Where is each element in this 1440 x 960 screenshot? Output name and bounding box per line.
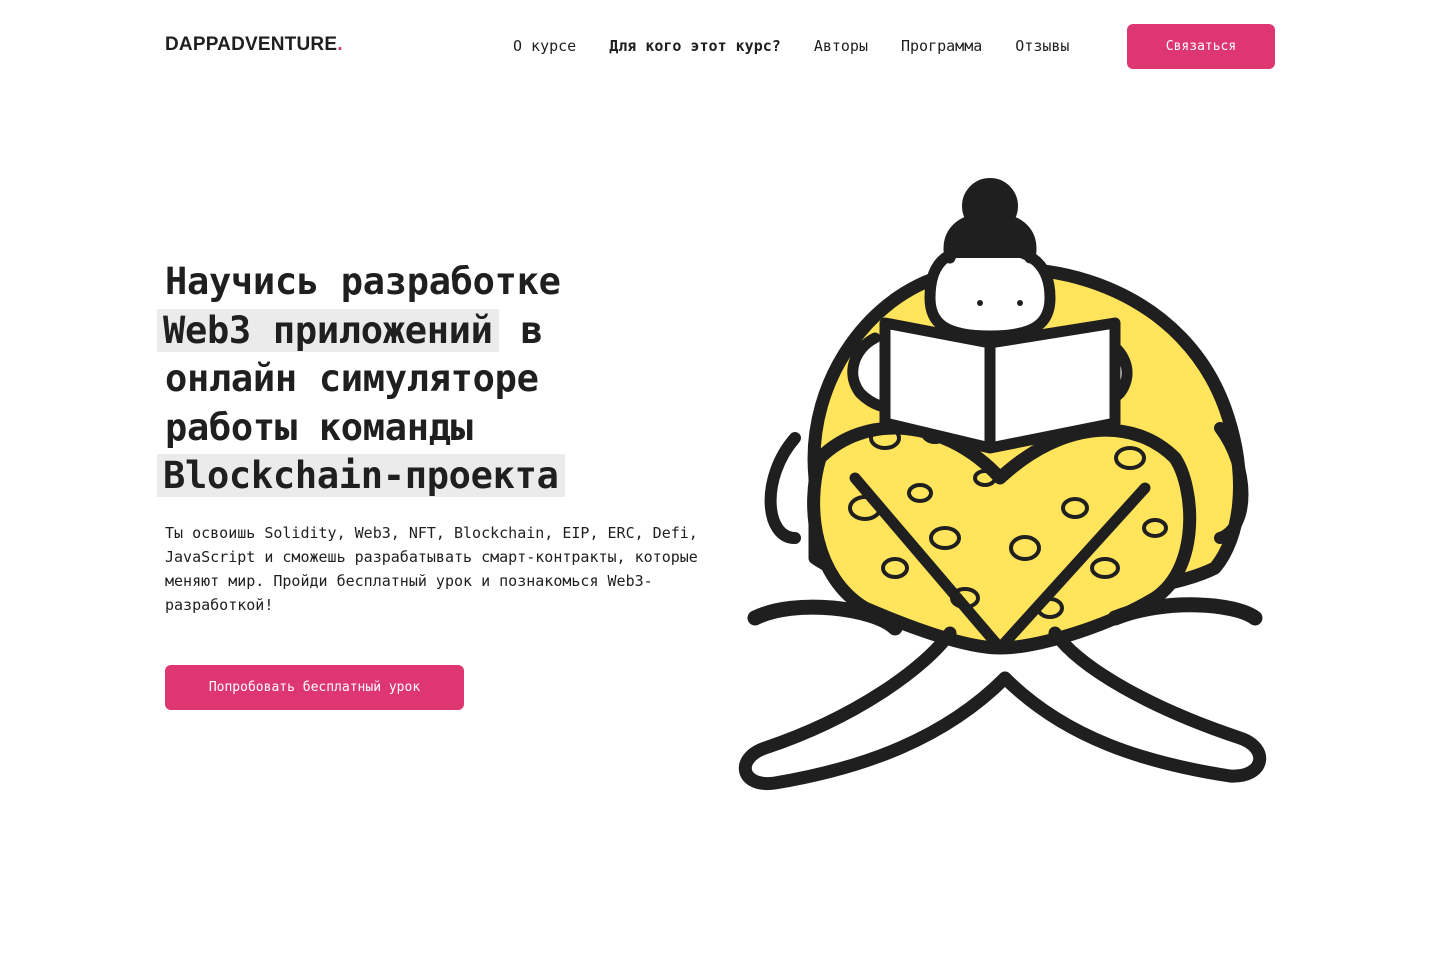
hero-title-highlight-web3: Web3 приложений [157, 308, 499, 352]
reading-person-illustration [738, 178, 1267, 790]
hero-title-line-2-rest: в [498, 308, 543, 352]
illustration-eye-left [977, 300, 983, 306]
illustration-book [879, 317, 1121, 454]
hero-title-line-4: работы команды [165, 405, 473, 449]
illustration-body [738, 178, 1267, 790]
hero-title-line-3: онлайн симуляторе [165, 357, 539, 400]
nav-link-program[interactable]: Программа [901, 36, 982, 56]
hero-title-highlight-blockchain: Blockchain-проекта [157, 454, 565, 497]
hero-title-line-1: Научись разработке [165, 260, 561, 303]
illustration-eye-right [1017, 300, 1023, 306]
main-nav: О курсе Для кого этот курс? Авторы Прогр… [513, 36, 1069, 56]
nav-link-authors[interactable]: Авторы [814, 36, 868, 56]
logo-text: DAPPADVENTURE [165, 34, 338, 55]
hero-title: Научись разработке Web3 приложений в онл… [157, 258, 565, 501]
nav-link-audience[interactable]: Для кого этот курс? [609, 36, 781, 56]
nav-link-reviews[interactable]: Отзывы [1015, 36, 1069, 56]
illustration-right-leg-bottom [998, 626, 1267, 783]
illustration-left-leg-bottom [738, 626, 1012, 790]
logo[interactable]: DAPPADVENTURE. [165, 34, 343, 56]
logo-dot: . [337, 34, 343, 55]
contact-button[interactable]: Связаться [1127, 24, 1275, 69]
nav-link-about[interactable]: О курсе [513, 36, 576, 56]
illustration-hair-bun [962, 178, 1018, 234]
free-lesson-button[interactable]: Попробовать бесплатный урок [165, 665, 464, 710]
hero-description: Ты освоишь Solidity, Web3, NFT, Blockcha… [165, 524, 698, 614]
illustration-left-arm [764, 432, 801, 544]
